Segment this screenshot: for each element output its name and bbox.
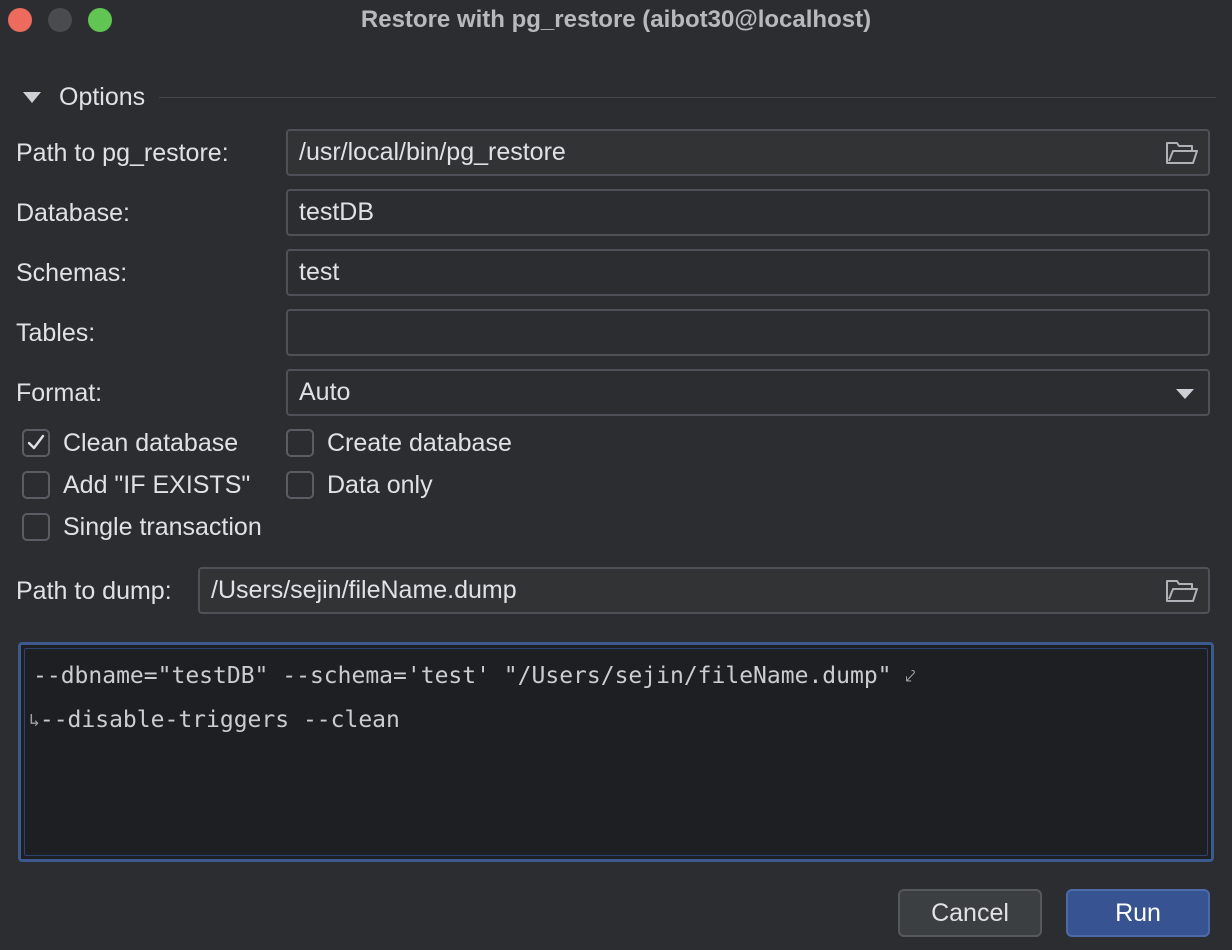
options-section-header[interactable]: Options bbox=[20, 80, 1216, 114]
run-button[interactable]: Run bbox=[1066, 889, 1210, 937]
database-value: testDB bbox=[299, 198, 375, 226]
pg-restore-path-value: /usr/local/bin/pg_restore bbox=[299, 138, 566, 166]
command-preview-textarea[interactable]: --dbname="testDB" --schema='test' "/User… bbox=[18, 642, 1214, 862]
format-select[interactable]: Auto bbox=[286, 369, 1210, 416]
single-transaction-label: Single transaction bbox=[63, 512, 262, 541]
tables-input[interactable] bbox=[286, 309, 1210, 356]
collapse-triangle-icon[interactable] bbox=[23, 91, 41, 103]
restore-dialog: Restore with pg_restore (aibot30@localho… bbox=[0, 0, 1232, 950]
chevron-down-icon[interactable] bbox=[1176, 389, 1194, 399]
data-only-label: Data only bbox=[327, 470, 433, 499]
command-line-2-text: --disable-triggers --clean bbox=[39, 707, 400, 733]
clean-database-option[interactable]: Clean database bbox=[22, 428, 238, 458]
title-bar: Restore with pg_restore (aibot30@localho… bbox=[0, 0, 1232, 40]
data-only-checkbox[interactable] bbox=[286, 471, 314, 499]
data-only-option[interactable]: Data only bbox=[286, 470, 433, 500]
pg-restore-path-label: Path to pg_restore: bbox=[16, 139, 229, 167]
soft-wrap-icon: ⤦ bbox=[905, 665, 916, 687]
clean-database-checkbox[interactable] bbox=[22, 429, 50, 457]
folder-open-icon[interactable] bbox=[1166, 579, 1198, 603]
clean-database-label: Clean database bbox=[63, 428, 239, 457]
folder-open-icon[interactable] bbox=[1166, 141, 1198, 165]
add-if-exists-checkbox[interactable] bbox=[22, 471, 50, 499]
schemas-input[interactable]: test bbox=[286, 249, 1210, 296]
checkmark-icon bbox=[27, 434, 45, 450]
single-transaction-checkbox[interactable] bbox=[22, 513, 50, 541]
window-title: Restore with pg_restore (aibot30@localho… bbox=[360, 6, 872, 33]
command-line-1: --dbname="testDB" --schema='test' "/User… bbox=[33, 661, 916, 692]
format-value: Auto bbox=[299, 378, 351, 406]
database-label: Database: bbox=[16, 199, 130, 227]
dump-path-label: Path to dump: bbox=[16, 577, 172, 605]
schemas-value: test bbox=[299, 258, 340, 286]
options-separator bbox=[159, 96, 1216, 98]
add-if-exists-option[interactable]: Add "IF EXISTS" bbox=[22, 470, 250, 500]
add-if-exists-label: Add "IF EXISTS" bbox=[63, 470, 251, 499]
format-label: Format: bbox=[16, 379, 103, 407]
dump-path-input[interactable]: /Users/sejin/fileName.dump bbox=[198, 567, 1210, 614]
create-database-option[interactable]: Create database bbox=[286, 428, 512, 458]
tables-label: Tables: bbox=[16, 319, 96, 347]
options-title: Options bbox=[59, 82, 146, 111]
pg-restore-path-input[interactable]: /usr/local/bin/pg_restore bbox=[286, 129, 1210, 176]
database-input[interactable]: testDB bbox=[286, 189, 1210, 236]
command-line-2: ↳--disable-triggers --clean bbox=[29, 705, 400, 736]
cancel-button[interactable]: Cancel bbox=[898, 889, 1042, 937]
create-database-checkbox[interactable] bbox=[286, 429, 314, 457]
command-line-1-text: --dbname="testDB" --schema='test' "/User… bbox=[33, 663, 906, 689]
schemas-label: Schemas: bbox=[16, 259, 128, 287]
dump-path-value: /Users/sejin/fileName.dump bbox=[211, 576, 517, 604]
single-transaction-option[interactable]: Single transaction bbox=[22, 512, 262, 542]
soft-wrap-continue-icon: ↳ bbox=[29, 709, 40, 731]
create-database-label: Create database bbox=[327, 428, 512, 457]
